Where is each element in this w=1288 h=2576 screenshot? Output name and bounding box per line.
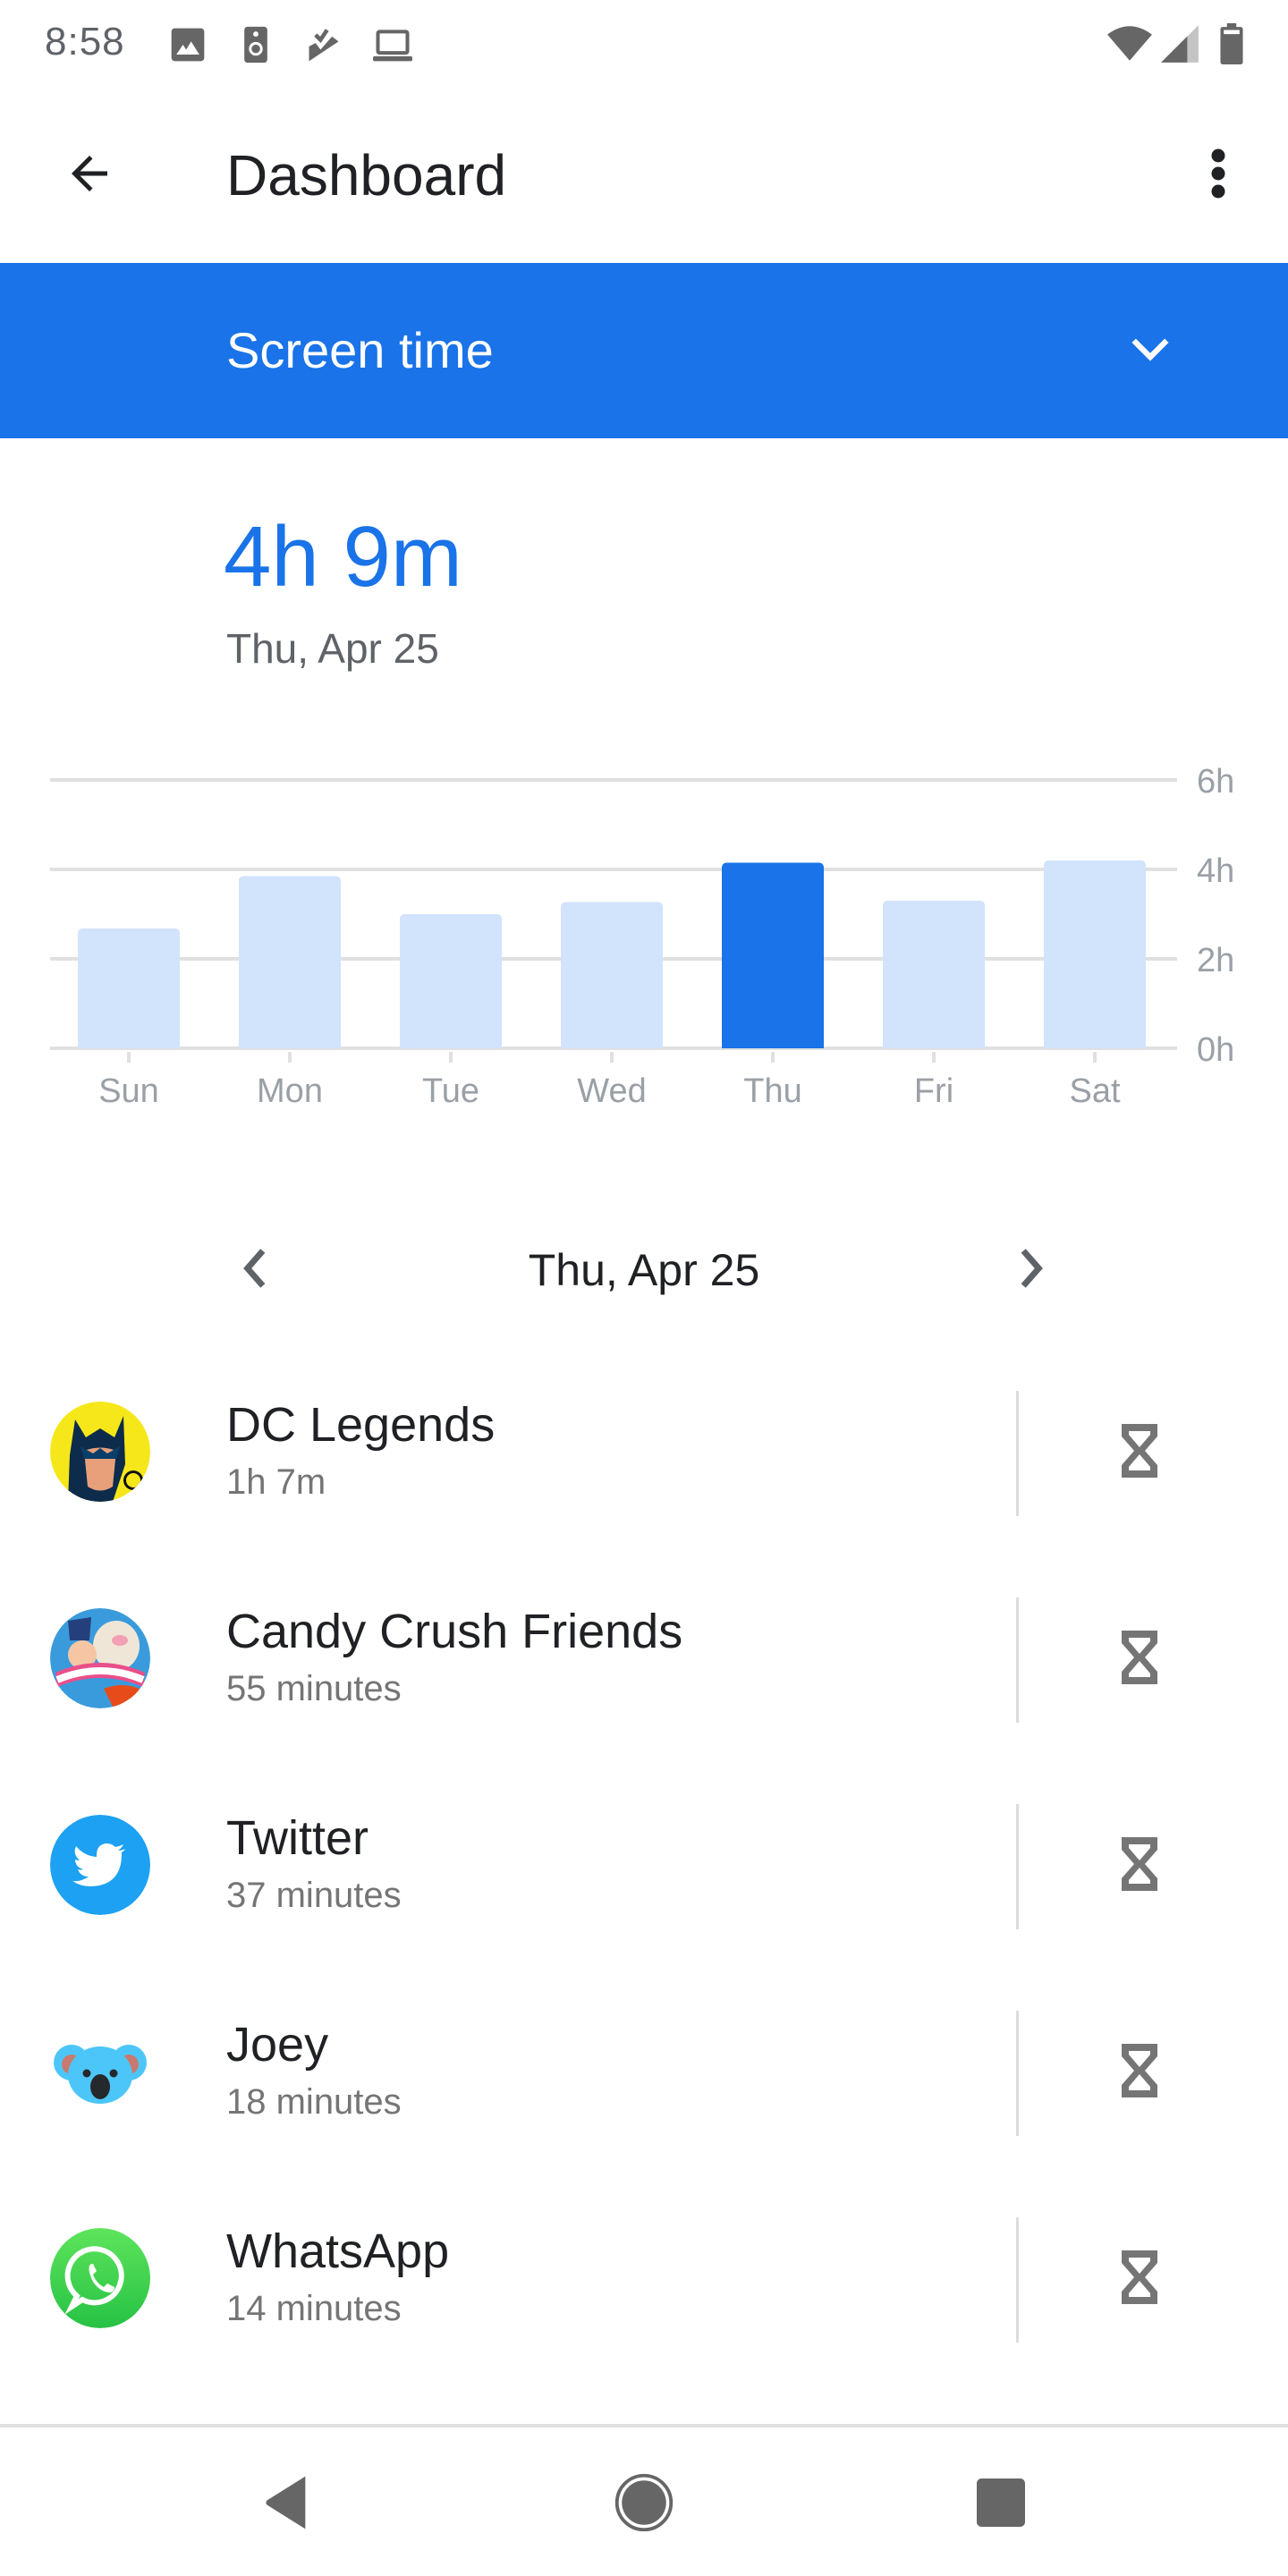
more-options-button[interactable]: [1179, 136, 1258, 215]
row-divider: [1016, 2217, 1019, 2343]
row-divider: [1016, 1804, 1019, 1929]
app-timer-button[interactable]: [1100, 1620, 1179, 1699]
status-bar: 8:58: [0, 0, 1288, 89]
twitter-icon: [50, 1815, 150, 1915]
arrow-back-icon: [63, 147, 116, 205]
chart-svg: 0h 2h 4h 6h Sun Mon Tue Wed Thu Fri Sat: [50, 763, 1234, 1110]
date-navigator: Thu, Apr 25: [0, 1225, 1288, 1315]
app-name: Candy Crush Friends: [226, 1605, 683, 1658]
x-tick-label: Sun: [98, 1072, 159, 1110]
app-usage-time: 1h 7m: [226, 1462, 326, 1502]
app-row-joey[interactable]: Joey 18 minutes: [0, 1970, 1288, 2177]
app-row-candy-crush-friends[interactable]: Candy Crush Friends 55 minutes: [0, 1557, 1288, 1764]
app-row-whatsapp[interactable]: WhatsApp 14 minutes: [0, 2177, 1288, 2384]
app-name: Joey: [226, 2018, 329, 2072]
whatsapp-icon: [50, 2228, 150, 2328]
laptop-icon: [370, 25, 412, 64]
y-tick-label: 2h: [1197, 942, 1234, 979]
bar-sun[interactable]: [78, 928, 180, 1048]
nav-back-icon: [261, 2474, 311, 2536]
app-row-twitter[interactable]: Twitter 37 minutes: [0, 1764, 1288, 1970]
screen-time-chart: 0h 2h 4h 6h Sun Mon Tue Wed Thu Fri Sat: [0, 751, 1288, 1127]
app-timer-button[interactable]: [1100, 1826, 1179, 1905]
x-tick-label: Sat: [1069, 1072, 1120, 1110]
screen-time-selector[interactable]: Screen time: [0, 263, 1288, 438]
bar-mon[interactable]: [239, 876, 341, 1049]
nav-recents-icon: [977, 2478, 1025, 2531]
hourglass-icon: [1118, 1627, 1161, 1692]
wifi-icon: [1106, 23, 1154, 64]
cell-signal-icon: [1159, 23, 1200, 64]
hourglass-icon: [1118, 1420, 1161, 1486]
x-tick-label: Mon: [257, 1072, 323, 1110]
app-timer-button[interactable]: [1100, 2240, 1179, 2318]
hourglass-icon: [1118, 2247, 1161, 2312]
x-tick-label: Wed: [577, 1072, 646, 1110]
app-timer-button[interactable]: [1100, 1413, 1179, 1492]
selected-date: Thu, Apr 25: [528, 1245, 760, 1295]
battery-icon: [1218, 23, 1245, 65]
x-tick-label: Fri: [914, 1072, 953, 1110]
system-recents-button[interactable]: [962, 2465, 1040, 2544]
row-divider: [1016, 1391, 1019, 1516]
app-usage-time: 55 minutes: [226, 1669, 402, 1708]
total-screen-time: 4h 9m: [224, 509, 462, 605]
app-name: DC Legends: [226, 1398, 496, 1452]
system-back-button[interactable]: [247, 2465, 326, 2544]
image-icon: [168, 25, 208, 64]
row-divider: [1016, 2011, 1019, 2136]
app-bar: Dashboard: [0, 89, 1288, 263]
chevron-down-icon: [1129, 317, 1172, 381]
app-row-dc-legends[interactable]: DC Legends 1h 7m: [0, 1351, 1288, 1557]
app-name: Twitter: [226, 1811, 369, 1865]
x-tick-label: Thu: [743, 1072, 801, 1110]
task-check-icon: [304, 25, 343, 64]
status-time: 8:58: [45, 20, 125, 64]
hourglass-icon: [1118, 2040, 1161, 2106]
summary-date: Thu, Apr 25: [226, 625, 439, 672]
system-home-button[interactable]: [605, 2465, 683, 2544]
hourglass-icon: [1118, 1834, 1161, 1899]
bar-fri[interactable]: [883, 901, 985, 1048]
nav-home-icon: [614, 2473, 674, 2537]
system-navigation-bar: [0, 2424, 1288, 2576]
back-button[interactable]: [50, 136, 129, 215]
app-usage-time: 18 minutes: [226, 2082, 402, 2122]
app-usage-time: 14 minutes: [226, 2289, 402, 2328]
chevron-right-icon: [1019, 1248, 1046, 1292]
y-tick-label: 0h: [1197, 1031, 1234, 1069]
joey-koala-icon: [50, 2021, 150, 2122]
candy-crush-friends-icon: [50, 1608, 150, 1708]
x-tick-label: Tue: [422, 1072, 479, 1110]
app-timer-button[interactable]: [1100, 2033, 1179, 2112]
next-day-button[interactable]: [993, 1231, 1072, 1309]
more-vert-icon: [1209, 147, 1227, 205]
app-usage-time: 37 minutes: [226, 1876, 402, 1915]
selector-label: Screen time: [226, 322, 494, 378]
app-name: WhatsApp: [226, 2224, 450, 2278]
speaker-icon: [236, 25, 275, 64]
bar-wed[interactable]: [561, 902, 663, 1049]
y-tick-label: 6h: [1197, 763, 1234, 801]
y-tick-label: 4h: [1197, 852, 1234, 890]
bar-thu[interactable]: [722, 862, 824, 1049]
dc-legends-icon: [50, 1402, 150, 1502]
bar-sat[interactable]: [1044, 860, 1146, 1048]
row-divider: [1016, 1597, 1019, 1723]
page-title: Dashboard: [226, 143, 507, 208]
bar-tue[interactable]: [400, 914, 502, 1048]
